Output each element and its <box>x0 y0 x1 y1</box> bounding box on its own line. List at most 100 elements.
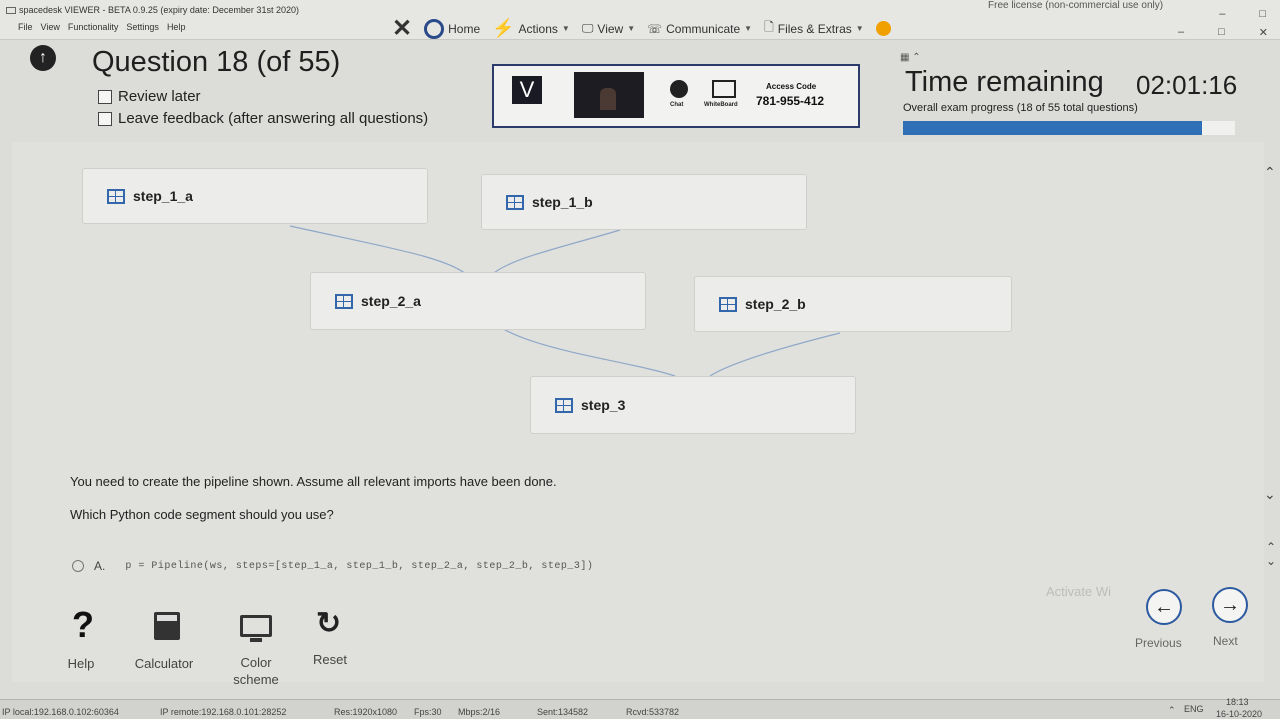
node-label: step_1_a <box>133 188 193 204</box>
menu-help[interactable]: Help <box>167 22 186 32</box>
leave-feedback-label: Leave feedback (after answering all ques… <box>118 110 429 127</box>
chat-icon[interactable] <box>670 80 688 98</box>
menu-view[interactable]: View <box>41 22 60 32</box>
menu-settings[interactable]: Settings <box>126 22 159 32</box>
minimize-button[interactable]: – <box>1178 26 1184 39</box>
files-menu[interactable]: 🗋 Files & Extras ▼ <box>764 18 864 39</box>
app-menu: File View Functionality Settings Help <box>18 22 185 32</box>
previous-label[interactable]: Previous <box>1135 636 1182 650</box>
monitor-icon: 🖵 <box>581 21 594 35</box>
actions-label: Actions <box>518 21 558 36</box>
file-icon: 🗋 <box>764 20 774 34</box>
help-icon[interactable]: ? <box>72 604 94 646</box>
edge-1a-2a <box>289 225 469 277</box>
close-button[interactable]: ✕ <box>1259 26 1268 39</box>
back-arrow-icon[interactable]: ↑ <box>30 45 56 71</box>
next-label[interactable]: Next <box>1213 634 1238 648</box>
webcam-preview <box>574 72 644 118</box>
person-silhouette <box>600 88 616 110</box>
emoji-icon[interactable] <box>875 21 891 36</box>
inner-window-controls: – □ ✕ <box>1178 26 1268 39</box>
view-label: View <box>597 21 624 36</box>
progress-bar <box>903 121 1235 135</box>
timer-tools-icon[interactable]: ▦ ⌃ <box>900 52 921 63</box>
node-label: step_3 <box>581 397 626 413</box>
table-icon <box>719 296 737 312</box>
vendor-logo-icon[interactable]: V <box>512 76 542 104</box>
outer-minimize-button[interactable]: – <box>1219 8 1225 20</box>
access-code-label: Access Code <box>766 82 817 91</box>
chevron-down-icon: ▼ <box>627 24 636 33</box>
pipeline-node-step-1-b[interactable]: step_1_b <box>481 174 807 230</box>
tray-up-icon[interactable]: ⌃ <box>1168 705 1176 716</box>
pipeline-node-step-2-b[interactable]: step_2_b <box>694 276 1012 332</box>
edge-2b-3 <box>709 332 841 377</box>
leave-feedback-checkbox[interactable]: Leave feedback (after answering all ques… <box>98 110 428 127</box>
help-button[interactable]: Help <box>64 656 98 671</box>
home-button[interactable]: Home <box>424 18 481 39</box>
clock-date: 16-10-2020 <box>1216 709 1263 719</box>
color-scheme-label-2: scheme <box>233 672 279 687</box>
content-scrollbar[interactable]: ⌃ ⌄ <box>1262 160 1278 510</box>
whiteboard-icon[interactable] <box>712 80 736 98</box>
status-fps: Fps:30 <box>414 707 442 717</box>
menu-functionality[interactable]: Functionality <box>68 22 119 32</box>
access-code-value: 781-955-412 <box>756 94 825 108</box>
files-label: Files & Extras <box>777 21 852 36</box>
scroll-up-icon[interactable]: ⌃ <box>1264 164 1276 181</box>
pipeline-node-step-3[interactable]: step_3 <box>530 376 856 434</box>
calculator-icon[interactable] <box>154 612 180 640</box>
answer-scroll-icons[interactable]: ⌃ ⌄ <box>1266 540 1276 568</box>
question-text-line-2: Which Python code segment should you use… <box>70 507 334 522</box>
remote-toolbar: ✕ Home ⚡ Actions ▼ 🖵 View ▼ ☏ Communicat… <box>392 14 891 43</box>
toolbar-close-icon[interactable]: ✕ <box>392 14 412 43</box>
help-label: Help <box>67 656 95 671</box>
previous-arrow-icon[interactable]: ← <box>1146 589 1182 625</box>
status-resolution: Res:1920x1080 <box>334 707 398 717</box>
view-menu[interactable]: 🖵 View ▼ <box>582 21 635 36</box>
next-arrow-icon[interactable]: → <box>1212 587 1248 623</box>
progress-fill <box>903 121 1202 135</box>
status-remote-ip: IP remote:192.168.0.101:28252 <box>160 707 287 717</box>
pipeline-node-step-1-a[interactable]: step_1_a <box>82 168 428 224</box>
monitor-icon[interactable] <box>240 615 272 637</box>
progress-label: Overall exam progress (18 of 55 total qu… <box>903 102 1138 114</box>
language-indicator[interactable]: ENG <box>1184 704 1204 714</box>
communicate-menu[interactable]: ☏ Communicate ▼ <box>647 22 752 36</box>
color-scheme-button[interactable]: Color scheme <box>222 654 290 688</box>
reset-icon[interactable]: ↻ <box>316 606 341 641</box>
outer-restore-button[interactable]: □ <box>1259 8 1266 20</box>
status-sent: Sent:134582 <box>537 707 589 717</box>
question-text-line-1: You need to create the pipeline shown. A… <box>70 474 557 489</box>
status-bar: IP local:192.168.0.102:60364 IP remote:1… <box>0 697 1280 719</box>
scroll-down-icon[interactable]: ⌄ <box>1264 486 1276 503</box>
chevron-down-icon: ▼ <box>744 24 753 33</box>
table-icon <box>335 293 353 309</box>
calculator-button[interactable]: Calculator <box>126 656 202 671</box>
actions-menu[interactable]: ⚡ Actions ▼ <box>492 18 570 39</box>
clock-time: 18:13 <box>1226 697 1249 707</box>
radio-button[interactable] <box>72 560 84 572</box>
phone-icon: ☏ <box>647 21 663 36</box>
spacedesk-logo-icon <box>6 7 16 15</box>
restore-button[interactable]: □ <box>1218 26 1225 39</box>
app-title: spacedesk VIEWER - BETA 0.9.25 (expiry d… <box>6 5 299 15</box>
pipeline-node-step-2-a[interactable]: step_2_a <box>310 272 646 330</box>
remote-session-widget: V Chat WhiteBoard Access Code 781-955-41… <box>492 64 860 128</box>
checkbox-icon <box>98 111 112 126</box>
node-label: step_2_b <box>745 296 806 312</box>
checkbox-icon <box>98 89 112 104</box>
option-code: p = Pipeline(ws, steps=[step_1_a, step_1… <box>125 560 594 572</box>
edge-1b-2a <box>489 229 621 277</box>
status-local-ip: IP local:192.168.0.102:60364 <box>2 707 119 717</box>
monitor-stand <box>250 638 262 642</box>
pipeline-diagram: step_1_a step_1_b step_2_a step_2_b step… <box>60 158 1022 448</box>
review-later-label: Review later <box>118 88 201 105</box>
answer-option-a[interactable]: A. p = Pipeline(ws, steps=[step_1_a, ste… <box>72 559 593 573</box>
communicate-label: Communicate <box>666 21 741 36</box>
outer-window-controls: – □ <box>1219 8 1266 20</box>
reset-button[interactable]: Reset <box>306 652 354 667</box>
review-later-checkbox[interactable]: Review later <box>98 88 201 105</box>
menu-file[interactable]: File <box>18 22 33 32</box>
home-label: Home <box>448 21 481 36</box>
